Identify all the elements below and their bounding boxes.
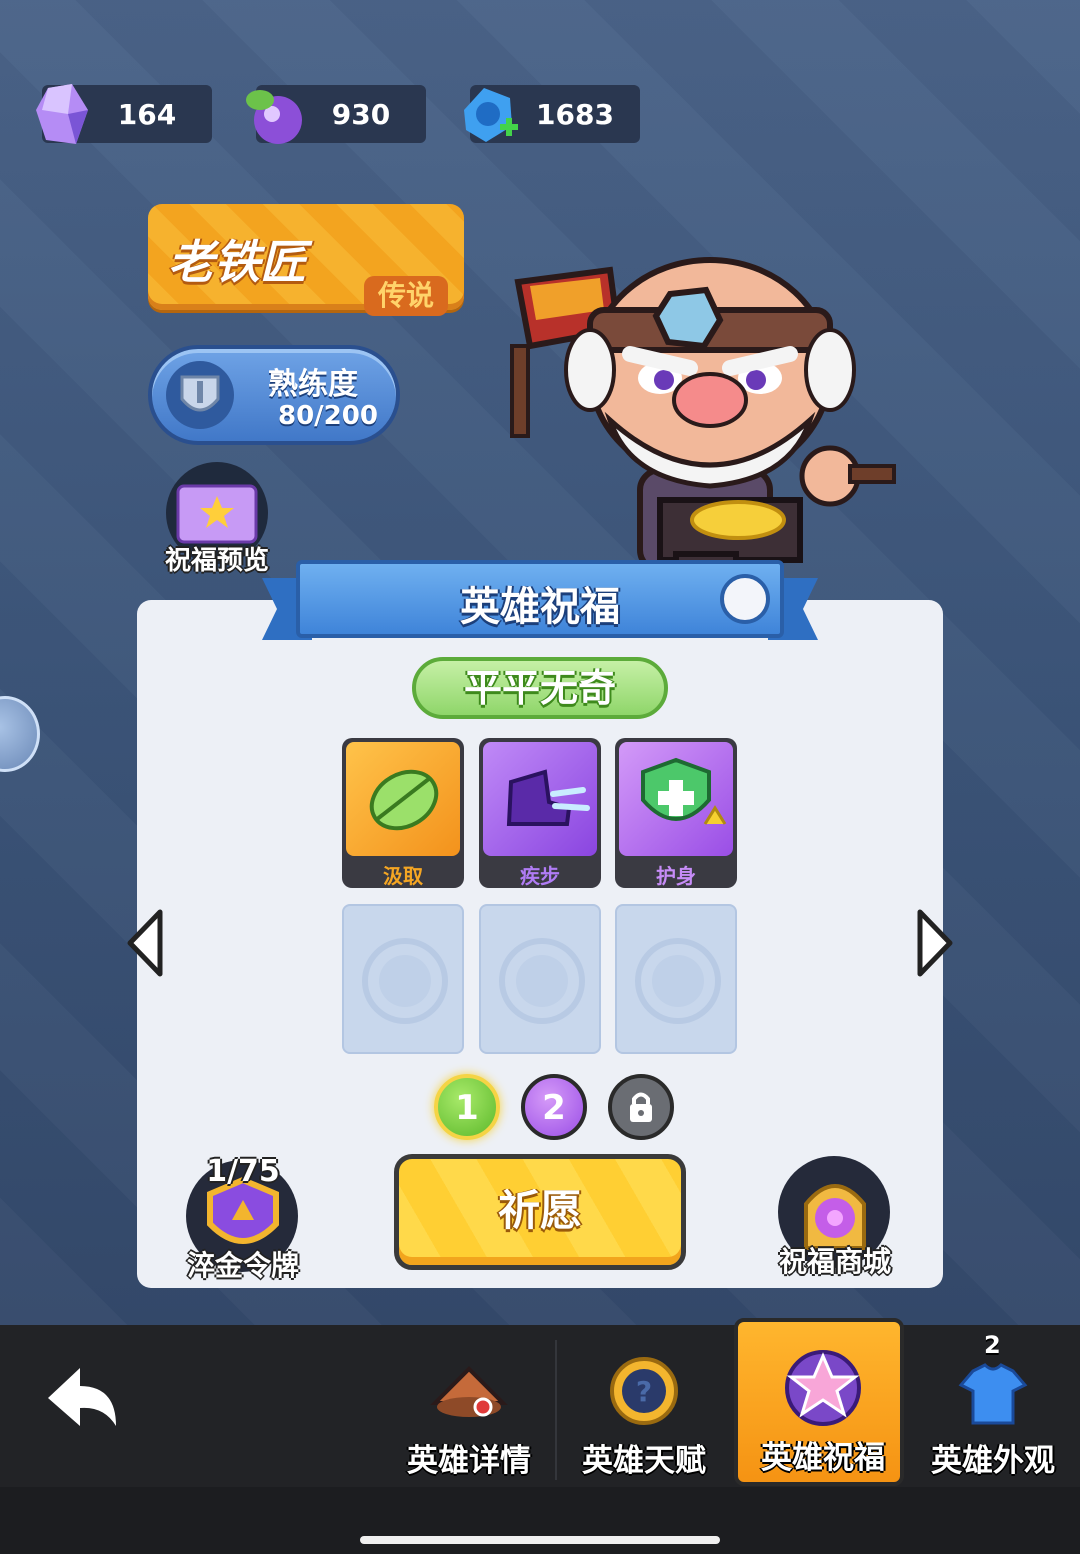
svg-text:?: ? bbox=[636, 1375, 652, 1408]
proficiency-label: 熟练度 bbox=[268, 367, 358, 402]
gold-token-button[interactable]: 1/75 淬金令牌 bbox=[178, 1154, 308, 1290]
back-arrow-icon[interactable] bbox=[40, 1360, 124, 1436]
pray-button[interactable]: 祈愿 bbox=[394, 1154, 686, 1270]
page-2-button[interactable]: 2 bbox=[521, 1074, 587, 1140]
info-button[interactable] bbox=[720, 574, 770, 624]
tab-label: 英雄外观 bbox=[931, 1443, 1055, 1479]
tab-hero-details[interactable]: 英雄详情 bbox=[384, 1325, 554, 1485]
flame-placeholder-icon bbox=[635, 938, 721, 1024]
blessing-shop-button[interactable]: 祝福商城 bbox=[770, 1156, 900, 1286]
flame-placeholder-icon bbox=[499, 938, 585, 1024]
crystal-icon bbox=[36, 84, 88, 144]
potion-icon bbox=[246, 90, 302, 144]
skill-card-protect[interactable]: 护身 bbox=[615, 738, 737, 888]
appearance-count-badge: 2 bbox=[984, 1331, 1001, 1359]
skill-label: 疾步 bbox=[520, 864, 560, 888]
hero-blacksmith-illustration bbox=[510, 257, 896, 601]
book-icon bbox=[176, 484, 258, 544]
grade-badge: 平平无奇 bbox=[412, 657, 668, 719]
shield-heal-icon bbox=[641, 757, 727, 825]
nav-separator bbox=[555, 1340, 557, 1480]
arrow-right-icon[interactable] bbox=[912, 908, 956, 978]
skill-card-absorb[interactable]: 汲取 bbox=[342, 738, 464, 888]
blue-gem-plus-icon bbox=[464, 88, 518, 142]
skill-card-dash[interactable]: 疾步 bbox=[479, 738, 601, 888]
blessing-star-icon bbox=[785, 1350, 861, 1426]
sword-shield-icon bbox=[166, 361, 234, 429]
shirt-icon bbox=[958, 1363, 1028, 1425]
home-indicator[interactable] bbox=[360, 1536, 720, 1544]
empty-skill-slot bbox=[342, 904, 464, 1054]
locked-page-button[interactable] bbox=[608, 1074, 674, 1140]
rarity-badge: 传说 bbox=[364, 276, 448, 316]
arrow-left-icon[interactable] bbox=[124, 908, 168, 978]
hero-hat-icon bbox=[430, 1366, 508, 1417]
skill-label: 护身 bbox=[656, 864, 696, 888]
tab-label: 英雄详情 bbox=[407, 1443, 531, 1479]
hero-name: 老铁匠 bbox=[168, 235, 306, 289]
empty-skill-slot bbox=[479, 904, 601, 1054]
tab-label: 英雄祝福 bbox=[761, 1440, 885, 1476]
talent-medal-icon: ? bbox=[610, 1357, 678, 1425]
tab-hero-appearance[interactable]: 2 英雄外观 bbox=[908, 1325, 1078, 1485]
token-label: 淬金令牌 bbox=[186, 1249, 299, 1282]
blessing-shop-label: 祝福商城 bbox=[778, 1245, 891, 1278]
empty-skill-slot bbox=[615, 904, 737, 1054]
proficiency-value: 80/200 bbox=[278, 401, 378, 431]
skill-label: 汲取 bbox=[383, 864, 423, 888]
flame-placeholder-icon bbox=[362, 938, 448, 1024]
token-count: 1/75 bbox=[206, 1154, 280, 1189]
leaf-icon bbox=[369, 769, 439, 831]
proficiency-button[interactable]: 熟练度 80/200 bbox=[148, 345, 400, 445]
tab-label: 英雄天赋 bbox=[582, 1443, 706, 1479]
page-1-button[interactable]: 1 bbox=[434, 1074, 500, 1140]
lock-icon bbox=[630, 1092, 652, 1122]
panel-title: 英雄祝福 bbox=[460, 584, 620, 630]
tab-hero-talent[interactable]: ? 英雄天赋 bbox=[559, 1325, 729, 1485]
boot-icon bbox=[506, 769, 590, 826]
tab-hero-blessing[interactable]: 英雄祝福 bbox=[734, 1318, 904, 1486]
hero-name-card: 老铁匠 传说 bbox=[148, 204, 464, 316]
